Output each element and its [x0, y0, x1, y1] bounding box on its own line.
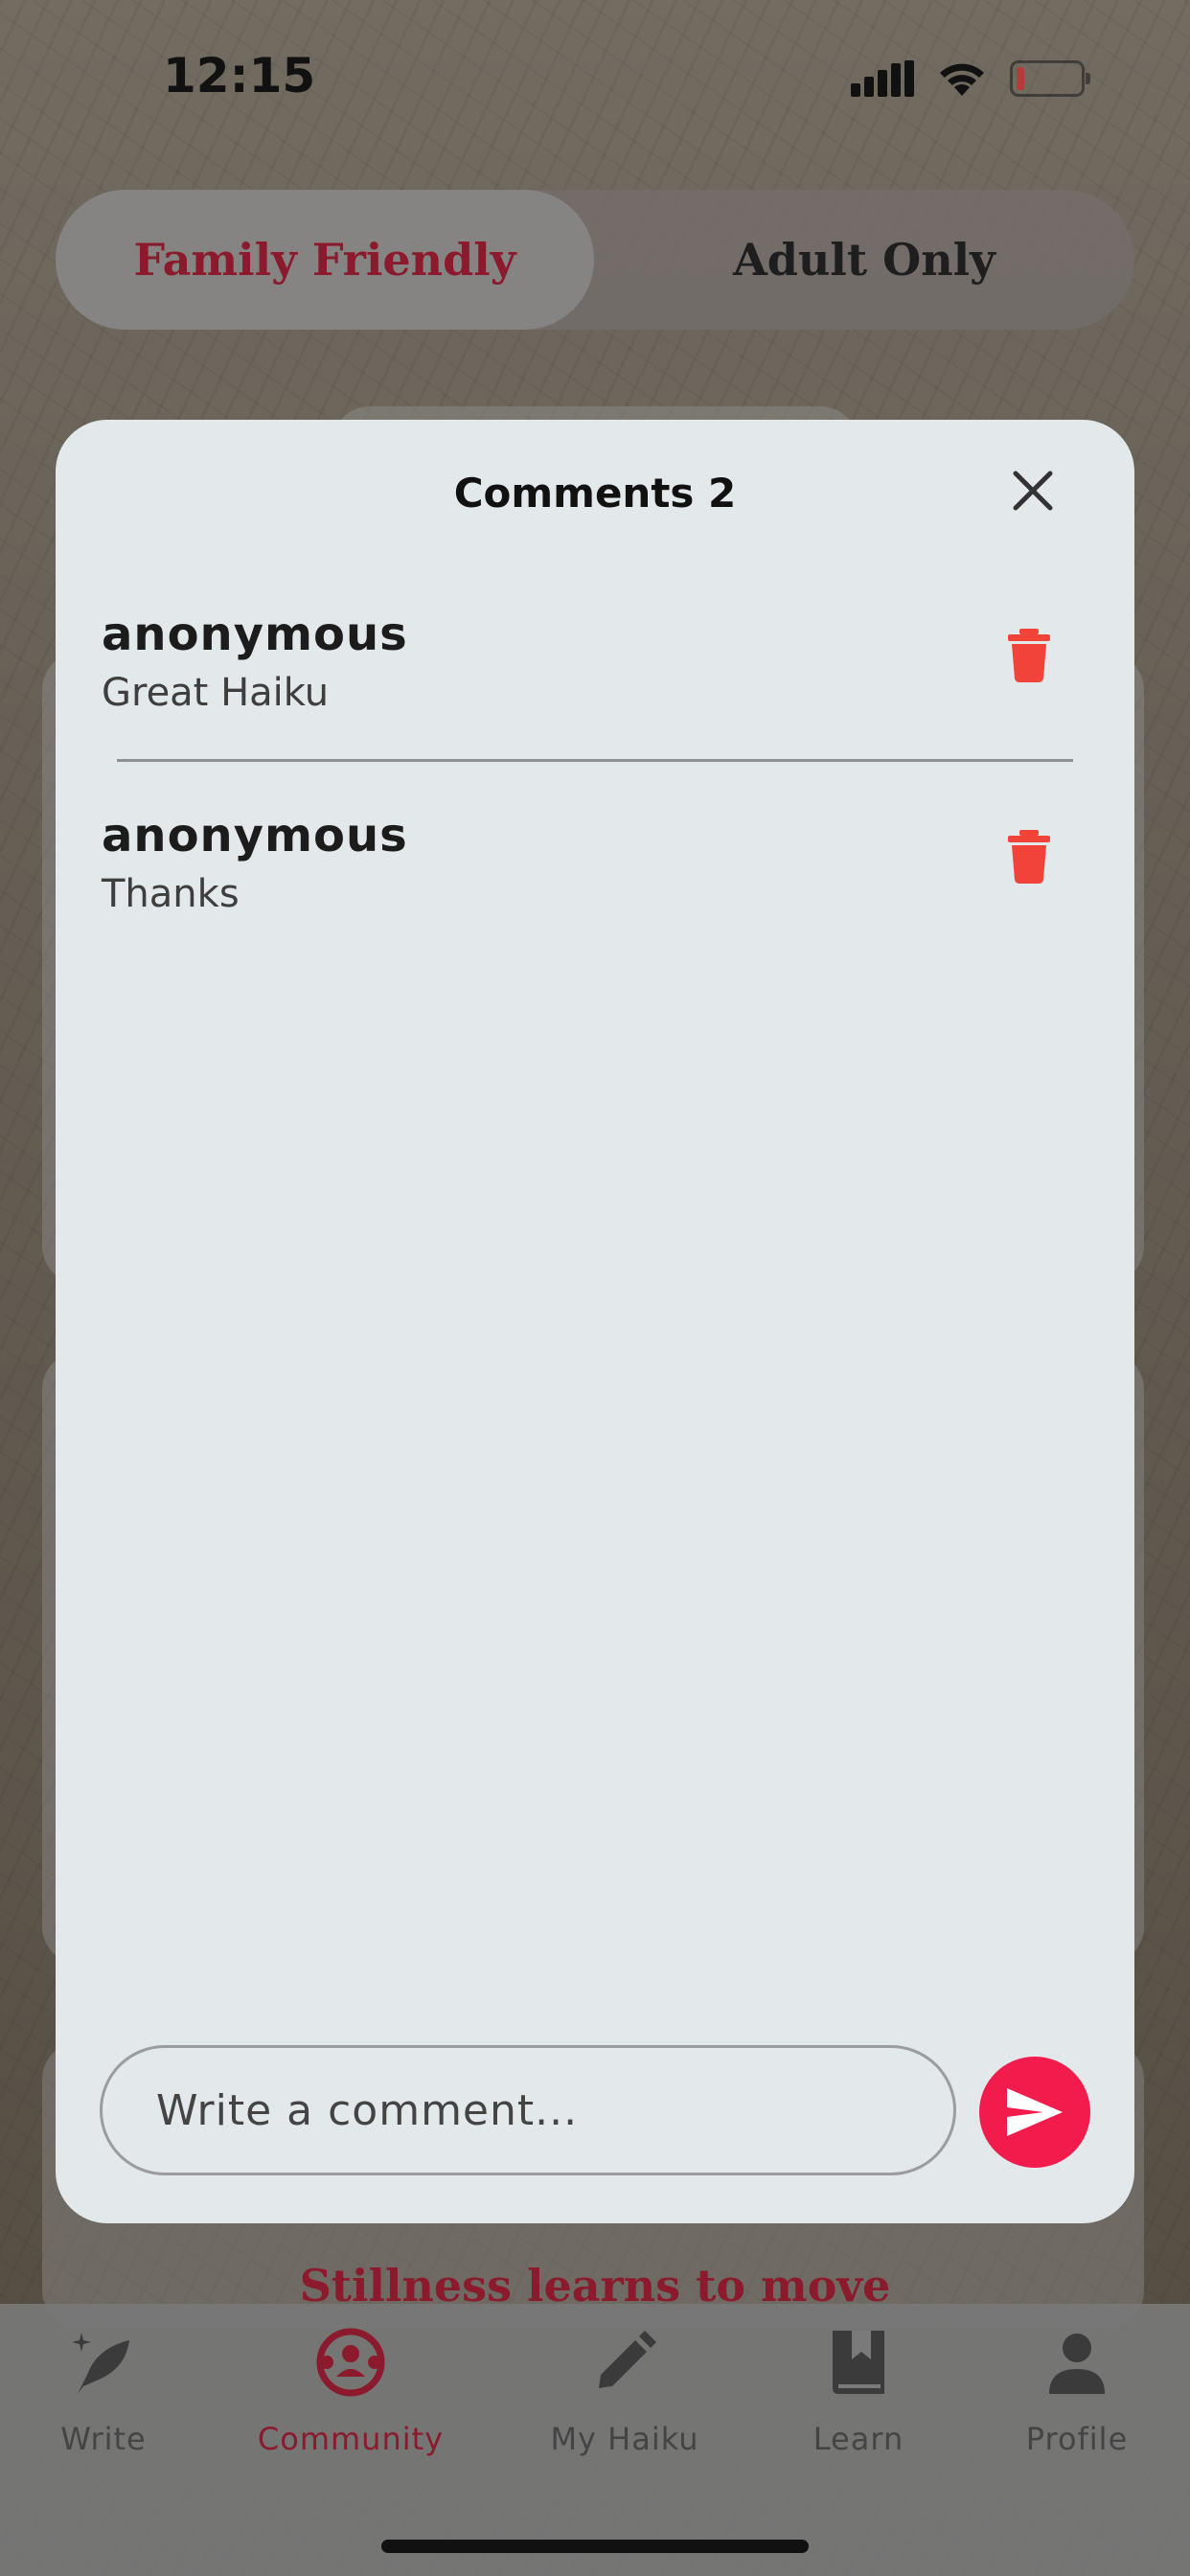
book-icon — [833, 2331, 884, 2394]
wifi-icon — [940, 63, 984, 96]
status-time: 12:15 — [163, 48, 316, 104]
modal-title: Comments 2 — [453, 470, 737, 517]
nav-item-write[interactable]: Write — [8, 2327, 199, 2457]
nav-item-learn[interactable]: Learn — [763, 2327, 954, 2457]
nav-label: My Haiku — [550, 2421, 699, 2457]
segment-adult-only[interactable]: Adult Only — [594, 190, 1134, 330]
send-icon — [1007, 2088, 1063, 2136]
nav-item-my-haiku[interactable]: My Haiku — [529, 2327, 721, 2457]
comment-author: anonymous — [102, 608, 408, 661]
nav-label: Learn — [812, 2421, 904, 2457]
comment-item: anonymous Great Haiku — [102, 608, 1088, 715]
nav-item-community[interactable]: Community — [255, 2327, 446, 2457]
cellular-signal-icon — [851, 60, 914, 97]
comment-input[interactable] — [103, 2048, 953, 2173]
delete-comment-icon[interactable] — [1008, 629, 1050, 682]
close-icon[interactable] — [1008, 466, 1058, 516]
send-comment-button[interactable] — [979, 2057, 1090, 2168]
comment-item: anonymous Thanks — [102, 809, 1088, 916]
community-icon — [316, 2328, 385, 2397]
delete-comment-icon[interactable] — [1008, 830, 1050, 884]
person-icon — [1049, 2334, 1105, 2394]
comment-text: Thanks — [102, 872, 240, 916]
comments-modal: Comments 2 anonymous Great Haiku anonymo… — [56, 420, 1134, 2223]
quill-icon — [72, 2333, 129, 2394]
content-filter-segmented-control: Family Friendly Adult Only — [56, 190, 1134, 330]
comment-input-wrapper — [100, 2045, 956, 2175]
status-icons — [851, 59, 1090, 98]
bottom-navigation: Write Community My Haiku Learn Profile — [0, 2304, 1190, 2576]
nav-label: Profile — [1025, 2421, 1129, 2457]
home-indicator[interactable] — [381, 2540, 809, 2553]
battery-icon — [1010, 60, 1090, 97]
pencil-icon — [599, 2331, 656, 2388]
comment-author: anonymous — [102, 809, 408, 862]
nav-label: Community — [257, 2421, 445, 2457]
comment-text: Great Haiku — [102, 671, 330, 715]
nav-item-profile[interactable]: Profile — [981, 2327, 1173, 2457]
nav-label: Write — [60, 2421, 147, 2457]
segment-family-friendly[interactable]: Family Friendly — [56, 190, 594, 330]
comment-divider — [117, 759, 1073, 762]
